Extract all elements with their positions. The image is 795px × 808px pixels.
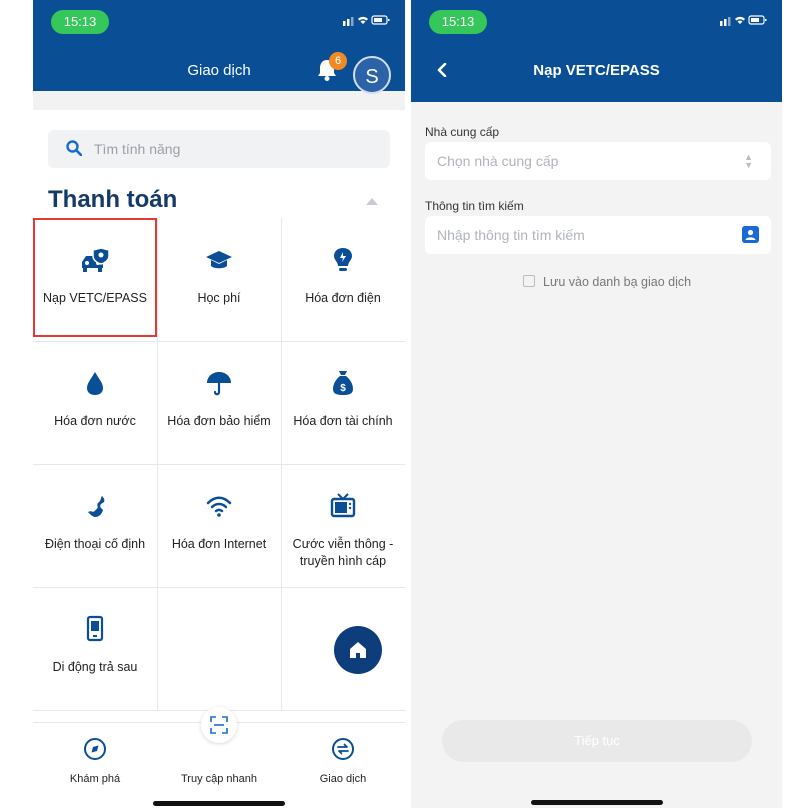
feature-label: Hóa đơn nước xyxy=(54,414,136,428)
avatar[interactable]: S xyxy=(353,56,391,94)
tab-label: Truy cập nhanh xyxy=(180,773,258,785)
phone-icon xyxy=(88,496,105,517)
contact-book-icon[interactable] xyxy=(742,226,759,243)
umbrella-icon xyxy=(207,372,231,396)
home-indicator xyxy=(530,800,663,805)
tv-icon xyxy=(330,493,356,518)
status-icons xyxy=(720,14,768,29)
water-drop-icon xyxy=(87,372,103,395)
feature-hoa-don-internet[interactable]: Hóa đơn Internet xyxy=(157,464,281,587)
feature-cuoc-vien-thong[interactable]: Cước viễn thông - truyền hình cáp xyxy=(281,464,405,587)
feature-hoa-don-tai-chinh[interactable]: $ Hóa đơn tài chính xyxy=(281,341,405,464)
left-screen: 15:13 Giao dịch 6 S Tìm tính năng Thanh … xyxy=(33,0,405,808)
graduation-cap-icon xyxy=(206,251,232,269)
tab-kham-pha[interactable]: Khám phá xyxy=(33,737,157,785)
feature-label: Cước viễn thông - truyền hình cáp xyxy=(292,537,394,568)
mobile-bill-icon xyxy=(86,615,104,642)
status-time: 15:13 xyxy=(51,10,109,34)
tab-label: Giao dịch xyxy=(319,773,367,785)
feature-hoa-don-nuoc[interactable]: Hóa đơn nước xyxy=(33,341,157,464)
battery-icon xyxy=(720,15,767,26)
bottom-tab-bar: Khám phá Truy cập nhanh Giao dịch xyxy=(33,707,405,808)
tab-truy-cap-nhanh[interactable]: Truy cập nhanh xyxy=(157,737,281,785)
money-bag-icon: $ xyxy=(333,371,353,395)
svg-text:$: $ xyxy=(340,383,346,394)
status-icons xyxy=(343,14,391,29)
feature-label: Hóa đơn bảo hiểm xyxy=(167,414,271,428)
checkbox-icon[interactable] xyxy=(523,275,535,287)
provider-placeholder: Chọn nhà cung cấp xyxy=(437,153,559,169)
search-placeholder: Tìm tính năng xyxy=(94,141,181,157)
header-title: Giao dịch xyxy=(187,62,251,79)
compass-icon xyxy=(84,738,106,760)
search-info-input[interactable]: Nhập thông tin tìm kiếm xyxy=(425,216,771,254)
feature-label: Di động trả sau xyxy=(52,660,138,674)
search-info-placeholder: Nhập thông tin tìm kiếm xyxy=(437,227,585,243)
notification-badge: 6 xyxy=(329,52,347,70)
provider-label: Nhà cung cấp xyxy=(425,125,500,139)
feature-label: Hóa đơn tài chính xyxy=(293,414,393,428)
selection-highlight xyxy=(33,218,157,337)
home-fab-button[interactable] xyxy=(334,626,382,674)
home-icon xyxy=(350,642,366,658)
feature-label: Học phí xyxy=(197,291,241,305)
right-screen: 15:13 Nạp VETC/EPASS Nhà cung cấp Chọn n… xyxy=(411,0,782,808)
search-info-label: Thông tin tìm kiếm xyxy=(425,199,524,213)
tab-label: Khám phá xyxy=(69,773,121,785)
search-icon xyxy=(66,140,82,156)
collapse-chevron-icon[interactable] xyxy=(366,198,378,205)
feature-dien-thoai-co-dinh[interactable]: Điện thoại cố định xyxy=(33,464,157,587)
status-time: 15:13 xyxy=(429,10,487,34)
exchange-icon xyxy=(332,738,354,760)
feature-label: Hóa đơn điện xyxy=(305,291,381,305)
wifi-icon xyxy=(206,496,232,517)
header: 15:13 Giao dịch 6 S xyxy=(33,0,405,94)
save-contact-checkbox[interactable]: Lưu vào danh bạ giao dịch xyxy=(523,275,691,289)
lightbulb-icon xyxy=(334,248,352,271)
feature-hoa-don-dien[interactable]: Hóa đơn điện xyxy=(281,218,405,341)
feature-di-dong-tra-sau[interactable]: Di động trả sau xyxy=(33,587,157,710)
search-input[interactable]: Tìm tính năng xyxy=(48,130,390,168)
feature-hoa-don-bao-hiem[interactable]: Hóa đơn bảo hiểm xyxy=(157,341,281,464)
scan-icon xyxy=(210,716,228,734)
section-title: Thanh toán xyxy=(48,186,178,213)
continue-button[interactable]: Tiếp tục xyxy=(442,720,752,762)
tab-giao-dich[interactable]: Giao dịch xyxy=(281,737,405,785)
battery-icon xyxy=(343,15,390,26)
header: 15:13 Nạp VETC/EPASS xyxy=(411,0,782,102)
save-contact-label: Lưu vào danh bạ giao dịch xyxy=(543,275,692,289)
page-title: Nạp VETC/EPASS xyxy=(533,62,660,79)
feature-label: Hóa đơn Internet xyxy=(171,537,267,551)
main-content: Tìm tính năng Thanh toán Nạp VETC/EPASS xyxy=(33,110,405,722)
home-indicator xyxy=(153,801,285,806)
select-arrows-icon: ▲ ▼ xyxy=(744,152,753,170)
provider-select[interactable]: Chọn nhà cung cấp ▲ ▼ xyxy=(425,142,771,180)
feature-label: Điện thoại cố định xyxy=(44,537,146,551)
feature-hoc-phi[interactable]: Học phí xyxy=(157,218,281,341)
